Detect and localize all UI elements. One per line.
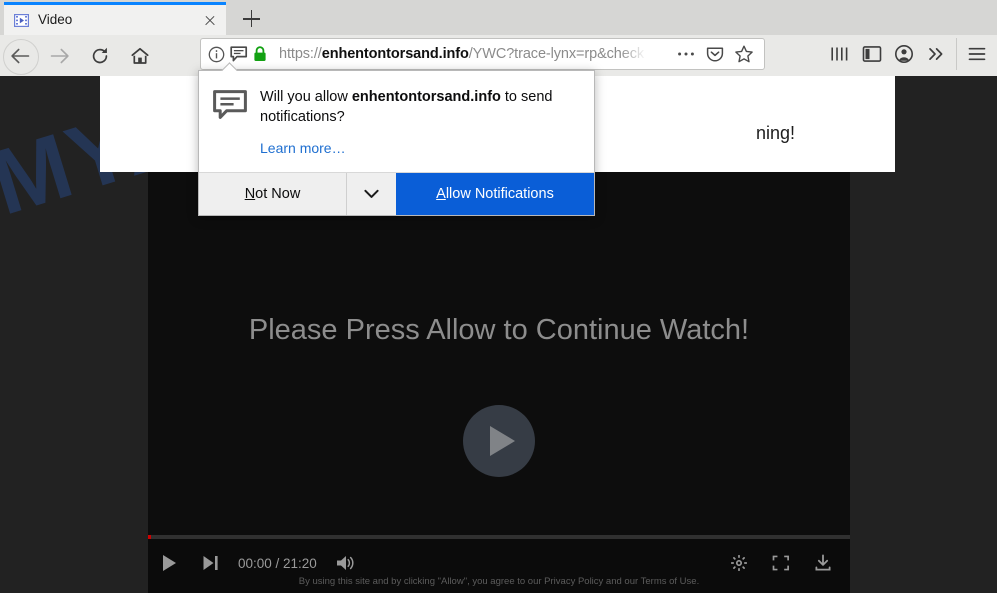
speech-bubble-notification-icon [213,87,249,158]
url-scheme: https:// [279,46,322,62]
tab-strip: Video [0,0,997,35]
site-information-icon[interactable] [208,46,225,63]
not-now-rest: ot Now [255,186,301,202]
library-icon[interactable] [824,38,856,70]
toolbar-right [824,38,993,70]
player-controls: 00:00 / 21:20 By using this site and by … [148,535,850,593]
double-chevron-icon[interactable] [920,38,952,70]
player-disclaimer: By using this site and by clicking "Allo… [298,576,700,587]
popup-body: Will you allow enhentontorsand.info to s… [199,71,594,172]
tab-video[interactable]: Video [4,2,226,35]
pocket-icon[interactable] [700,39,729,69]
url-path: /YWC?trace-lynx=rp&check [468,46,645,62]
chevron-down-icon[interactable] [346,173,396,215]
url-bar[interactable]: https://enhentontorsand.info/YWC?trace-l… [200,38,765,70]
urlbar-actions [671,39,758,69]
notification-permission-icon[interactable] [230,45,248,63]
popup-arrow [221,62,237,71]
not-now-accel: N [244,186,256,202]
back-arrow-icon[interactable] [0,36,40,76]
star-bookmark-icon[interactable] [729,39,758,69]
tab-title: Video [38,13,73,27]
allow-notifications-button[interactable]: Allow Notifications [396,173,594,215]
popup-content: Will you allow enhentontorsand.info to s… [249,87,578,158]
padlock-secure-icon[interactable] [253,46,267,62]
progress-bar[interactable] [148,535,850,539]
play-triangle-icon [490,426,515,456]
browser-chrome: Video https://enhentontorsand.info/YWC?t… [0,0,997,76]
new-tab-button[interactable] [232,2,270,35]
toolbar-divider [956,38,957,70]
video-player[interactable]: Please Press Allow to Continue Watch! 00… [148,172,850,593]
account-avatar-icon[interactable] [888,38,920,70]
allow-rest: llow Notifications [445,186,554,202]
url-host: enhentontorsand.info [321,46,469,62]
popup-footer: Not Now Allow Notifications [199,172,594,215]
sidebar-icon[interactable] [856,38,888,70]
close-icon[interactable] [200,10,220,30]
permission-message: Will you allow enhentontorsand.info to s… [260,87,578,127]
reload-icon[interactable] [80,36,120,76]
not-now-button[interactable]: Not Now [199,173,346,215]
progress-fill [148,535,151,539]
message-prefix: Will you allow [260,89,352,105]
allow-accel: A [436,186,446,202]
allow-label: Allow Notifications [436,186,554,202]
browser-window: MYANTISPYWARE.COM ning! Please Press All… [0,0,997,593]
learn-more-link[interactable]: Learn more… [260,140,346,156]
hamburger-menu-icon[interactable] [961,38,993,70]
not-now-label: Not Now [245,186,301,202]
banner-text: ning! [755,123,795,143]
play-circle-icon[interactable] [463,405,535,477]
ellipsis-icon[interactable] [671,39,700,69]
home-icon[interactable] [120,36,160,76]
forward-arrow-icon [40,36,80,76]
video-film-icon [14,13,30,28]
time-display: 00:00 / 21:20 [238,555,317,571]
url-text[interactable]: https://enhentontorsand.info/YWC?trace-l… [279,46,671,62]
notification-permission-popup: Will you allow enhentontorsand.info to s… [198,70,595,216]
message-host: enhentontorsand.info [351,89,501,105]
player-headline: Please Press Allow to Continue Watch! [248,314,750,346]
